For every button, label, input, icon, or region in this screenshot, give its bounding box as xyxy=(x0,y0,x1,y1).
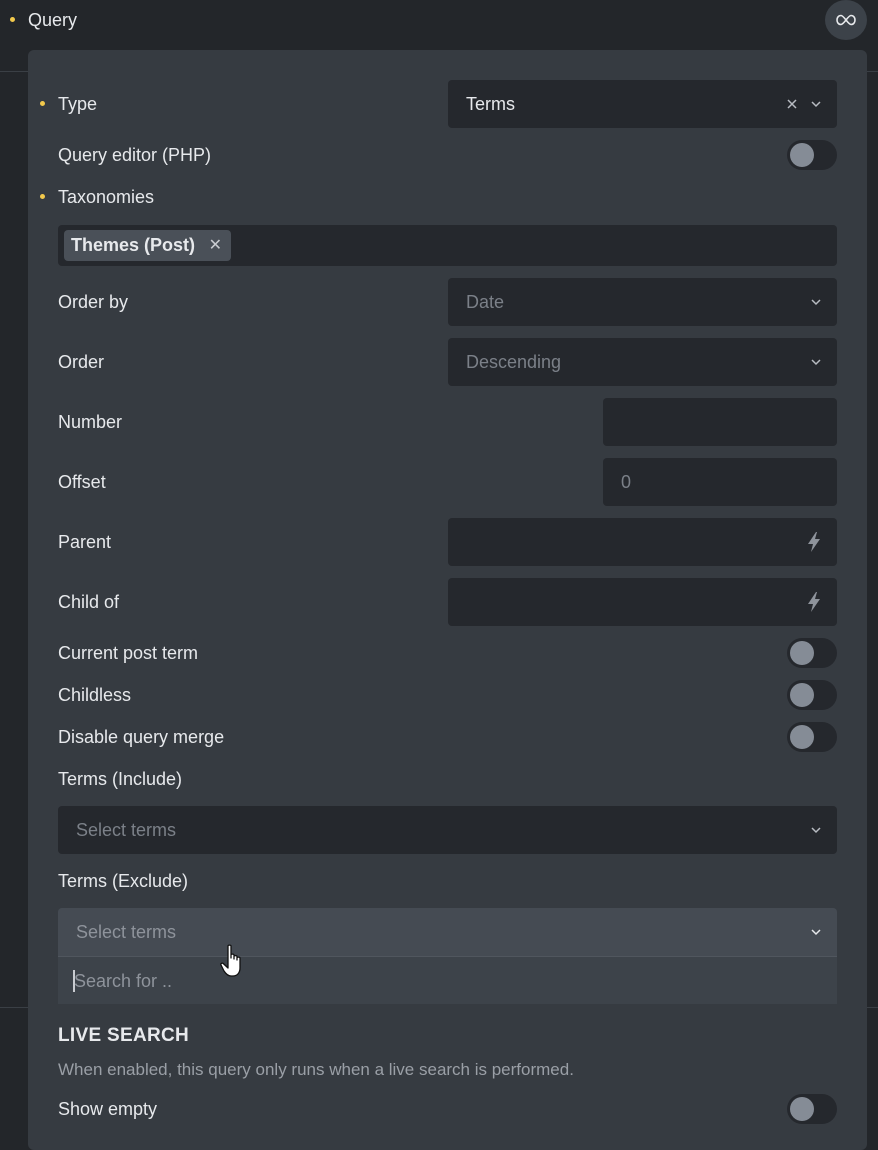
remove-chip-icon[interactable]: ✕ xyxy=(209,230,222,261)
terms-search-placeholder: Search for .. xyxy=(74,971,173,991)
live-search-heading: LIVE SEARCH xyxy=(58,1025,190,1046)
offset-input[interactable]: 0 xyxy=(603,458,837,506)
show-empty-label: Show empty xyxy=(58,1099,158,1119)
order-placeholder: Descending xyxy=(466,352,562,372)
chevron-down-icon xyxy=(811,929,821,936)
chevron-down-icon xyxy=(811,827,821,834)
hand-cursor-icon xyxy=(220,944,241,977)
terms-exclude-placeholder: Select terms xyxy=(76,922,177,942)
disable-query-merge-label: Disable query merge xyxy=(58,727,225,747)
taxonomies-label: Taxonomies xyxy=(58,187,155,207)
divider xyxy=(0,1007,28,1008)
childless-label: Childless xyxy=(58,685,132,705)
show-empty-toggle[interactable] xyxy=(787,1094,837,1124)
terms-include-label: Terms (Include) xyxy=(58,769,183,789)
infinity-icon[interactable] xyxy=(825,0,867,40)
order-by-select[interactable]: Date xyxy=(448,278,837,326)
offset-label: Offset xyxy=(58,472,106,492)
order-label: Order xyxy=(58,352,105,372)
dynamic-data-icon[interactable] xyxy=(806,531,822,553)
divider xyxy=(0,71,28,72)
order-by-label: Order by xyxy=(58,292,129,312)
number-input[interactable] xyxy=(603,398,837,446)
chevron-down-icon xyxy=(811,101,821,108)
query-settings-panel: Type Terms Query editor (PHP) Taxonomies… xyxy=(28,50,867,1150)
section-title-query: Query xyxy=(28,10,78,30)
taxonomy-chip: Themes (Post) ✕ xyxy=(64,230,232,261)
query-editor-label: Query editor (PHP) xyxy=(58,145,212,165)
chevron-down-icon xyxy=(811,359,821,366)
clear-icon[interactable] xyxy=(786,98,798,110)
taxonomies-multiselect[interactable]: Themes (Post) ✕ xyxy=(58,225,837,266)
current-post-term-label: Current post term xyxy=(58,643,199,663)
type-label: Type xyxy=(58,94,98,114)
modified-indicator xyxy=(40,101,45,106)
offset-placeholder: 0 xyxy=(621,472,632,492)
order-select[interactable]: Descending xyxy=(448,338,837,386)
modified-indicator xyxy=(10,17,15,22)
live-search-description: When enabled, this query only runs when … xyxy=(58,1060,574,1079)
chevron-down-icon xyxy=(811,299,821,306)
divider xyxy=(867,71,878,72)
terms-search-input[interactable]: Search for .. xyxy=(58,956,837,1004)
modified-indicator xyxy=(40,194,45,199)
terms-include-placeholder: Select terms xyxy=(76,820,177,840)
number-label: Number xyxy=(58,412,123,432)
terms-include-select[interactable]: Select terms xyxy=(58,806,837,854)
query-header: Query xyxy=(0,0,878,40)
terms-exclude-select[interactable]: Select terms Search for .. xyxy=(58,908,837,1004)
divider xyxy=(867,1007,878,1008)
terms-exclude-label: Terms (Exclude) xyxy=(58,871,189,891)
taxonomy-chip-label: Themes (Post) xyxy=(71,235,196,255)
child-of-label: Child of xyxy=(58,592,120,612)
type-select[interactable]: Terms xyxy=(448,80,837,128)
current-post-term-toggle[interactable] xyxy=(787,638,837,668)
query-editor-toggle[interactable] xyxy=(787,140,837,170)
dynamic-data-icon[interactable] xyxy=(806,591,822,613)
order-by-placeholder: Date xyxy=(466,292,505,312)
childless-toggle[interactable] xyxy=(787,680,837,710)
type-value: Terms xyxy=(466,94,515,114)
disable-query-merge-toggle[interactable] xyxy=(787,722,837,752)
parent-label: Parent xyxy=(58,532,112,552)
child-of-input[interactable] xyxy=(448,578,837,626)
parent-input[interactable] xyxy=(448,518,837,566)
